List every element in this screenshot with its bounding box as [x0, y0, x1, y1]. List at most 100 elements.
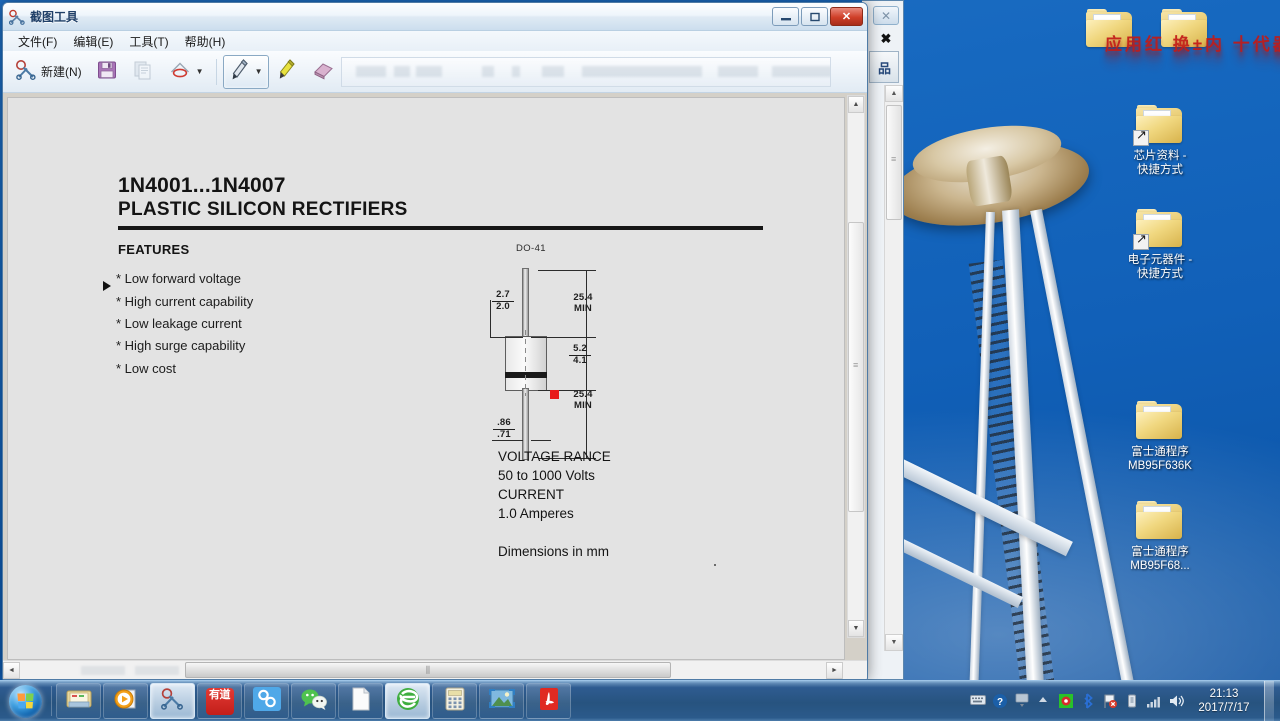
background-window-close-button[interactable]: ✕	[873, 6, 899, 25]
taskbar[interactable]: 有道	[0, 680, 1280, 721]
folder-icon	[1136, 500, 1184, 542]
spec-current-label: CURRENT	[498, 487, 564, 502]
removable-media-icon[interactable]	[1124, 693, 1140, 709]
background-window-tool-button[interactable]: 品	[869, 51, 899, 83]
folder-icon	[1136, 400, 1184, 442]
ime-language-icon[interactable]	[1014, 693, 1030, 709]
show-desktop-button[interactable]	[1264, 681, 1274, 722]
feature-item: * Low forward voltage	[116, 271, 241, 286]
menu-item-tools[interactable]: 工具(T)	[122, 31, 175, 52]
new-snip-label: 新建(N)	[41, 63, 82, 80]
snipping-tool-window[interactable]: 截图工具 ✕ 文件(F) 编辑(E) 工具(T) 帮助(H)	[2, 2, 868, 680]
feature-item: * Low leakage current	[116, 316, 242, 331]
close-button[interactable]: ✕	[830, 7, 863, 26]
snip-horizontal-scrollbar[interactable]: ◄ ⫼ ►	[3, 660, 867, 679]
show-hidden-icons-arrow[interactable]	[1036, 693, 1052, 709]
smeared-red-text: 应用红 换±内 十代器	[1105, 30, 1280, 54]
windows-logo-icon	[9, 685, 42, 718]
dimension-body-length: 5.2 4.1	[569, 344, 591, 367]
menu-item-help[interactable]: 帮助(H)	[178, 31, 233, 52]
youdao-label: 有道	[206, 689, 234, 702]
scissors-icon	[160, 687, 186, 716]
taskbar-item-photo-viewer[interactable]	[479, 683, 524, 719]
save-snip-button[interactable]	[90, 55, 124, 89]
green-status-icon[interactable]	[1058, 693, 1074, 709]
help-icon[interactable]: ?	[992, 693, 1008, 709]
scroll-down-arrow-icon[interactable]: ▼	[885, 634, 903, 651]
scrollbar-thumb[interactable]: ⫼	[185, 662, 671, 678]
taskbar-item-internet-explorer[interactable]	[385, 683, 430, 719]
youdao-icon: 有道	[206, 688, 234, 715]
desktop[interactable]: 应用红 换±内 十代器 芯片资料 - 快捷方式 电子元器件 - 快捷方式	[0, 0, 1280, 721]
scroll-down-arrow-icon[interactable]: ▼	[848, 620, 864, 637]
window-controls[interactable]: ✕	[772, 7, 865, 26]
folder-explorer-icon	[65, 687, 93, 716]
desktop-icon-fujitsu-mb95f636k[interactable]: 富士通程序 MB95F636K	[1113, 400, 1207, 473]
taskbar-item-snipping-tool[interactable]	[150, 683, 195, 719]
window-title: 截图工具	[30, 8, 78, 25]
highlighter-tool-button[interactable]	[271, 55, 303, 89]
pen-icon	[229, 57, 251, 86]
stray-dot-artifact	[714, 564, 716, 566]
keyboard-icon[interactable]	[970, 693, 986, 709]
taskbar-item-youdao-dictionary[interactable]: 有道	[197, 683, 242, 719]
shortcut-arrow-icon	[1133, 234, 1149, 250]
bluetooth-icon[interactable]	[1080, 693, 1096, 709]
red-circle-pen-button[interactable]: ▼	[162, 55, 210, 89]
pen-tool-button[interactable]: ▼	[223, 55, 269, 89]
scroll-up-arrow-icon[interactable]: ▲	[885, 85, 903, 102]
minimize-button[interactable]	[772, 7, 799, 26]
red-circle-pen-icon	[168, 59, 192, 84]
taskbar-item-explorer[interactable]	[56, 683, 101, 719]
datasheet-subtitle: PLASTIC SILICON RECTIFIERS	[118, 199, 408, 221]
taskbar-item-wechat[interactable]	[291, 683, 336, 719]
maximize-button[interactable]	[801, 7, 828, 26]
taskbar-item-blank-document[interactable]	[338, 683, 383, 719]
titlebar[interactable]: 截图工具 ✕	[3, 3, 867, 31]
scrollbar-thumb[interactable]	[886, 105, 902, 220]
diode-body	[505, 336, 547, 391]
toolbar[interactable]: 新建(N)	[3, 51, 867, 93]
scroll-right-arrow-icon[interactable]: ►	[826, 662, 843, 679]
scroll-up-arrow-icon[interactable]: ▲	[848, 96, 864, 113]
system-tray[interactable]: ?	[970, 681, 1280, 722]
volume-icon[interactable]	[1168, 693, 1184, 709]
toolbar-divider	[216, 59, 217, 85]
clock-date: 2017/7/17	[1196, 701, 1252, 715]
taskbar-item-calculator[interactable]	[432, 683, 477, 719]
new-snip-button[interactable]: 新建(N)	[9, 55, 88, 89]
action-center-flag-icon[interactable]	[1102, 693, 1118, 709]
menu-item-edit[interactable]: 编辑(E)	[66, 31, 120, 52]
background-window-secondary-close-icon[interactable]: ✖	[877, 31, 895, 47]
desktop-icon-chip-data-shortcut[interactable]: 芯片资料 - 快捷方式	[1113, 104, 1207, 177]
menu-item-file[interactable]: 文件(F)	[11, 31, 64, 52]
ie-icon	[393, 686, 423, 717]
network-signal-icon[interactable]	[1146, 693, 1162, 709]
feature-item: * High surge capability	[116, 338, 245, 353]
start-button[interactable]	[2, 682, 48, 720]
copy-icon	[132, 59, 154, 84]
icon-label-line2: MB95F68...	[1113, 559, 1207, 573]
captured-datasheet-image[interactable]: 1N4001...1N4007 PLASTIC SILICON RECTIFIE…	[7, 97, 845, 660]
scroll-left-arrow-icon[interactable]: ◄	[3, 662, 20, 679]
background-window[interactable]: ✕ ✖ 品 ▲ ▼	[862, 0, 904, 680]
desktop-icon-electronic-components-shortcut[interactable]: 电子元器件 - 快捷方式	[1113, 208, 1207, 281]
desktop-icon-fujitsu-mb95f68[interactable]: 富士通程序 MB95F68...	[1113, 500, 1207, 573]
feature-item: * Low cost	[116, 361, 176, 376]
background-window-vertical-scrollbar[interactable]: ▲ ▼	[884, 85, 902, 651]
taskbar-item-adobe-reader[interactable]	[526, 683, 571, 719]
clock[interactable]: 21:13 2017/7/17	[1190, 687, 1252, 715]
taskbar-item-baidu-cloud[interactable]	[244, 683, 289, 719]
chevron-down-icon[interactable]: ▼	[196, 67, 204, 76]
wechat-icon	[299, 687, 329, 716]
copy-snip-button[interactable]	[126, 55, 160, 89]
scrollbar-thumb[interactable]	[848, 222, 864, 512]
dimension-lead-diameter-top: 2.7 2.0	[492, 290, 514, 313]
chevron-down-icon[interactable]: ▼	[255, 67, 263, 76]
snip-canvas-area[interactable]: 1N4001...1N4007 PLASTIC SILICON RECTIFIE…	[3, 93, 867, 660]
eraser-tool-button[interactable]	[305, 55, 341, 89]
snip-vertical-scrollbar[interactable]: ▲ ▼	[847, 95, 865, 638]
cathode-band	[505, 372, 547, 378]
taskbar-item-media-player[interactable]	[103, 683, 148, 719]
menubar[interactable]: 文件(F) 编辑(E) 工具(T) 帮助(H)	[3, 31, 867, 51]
